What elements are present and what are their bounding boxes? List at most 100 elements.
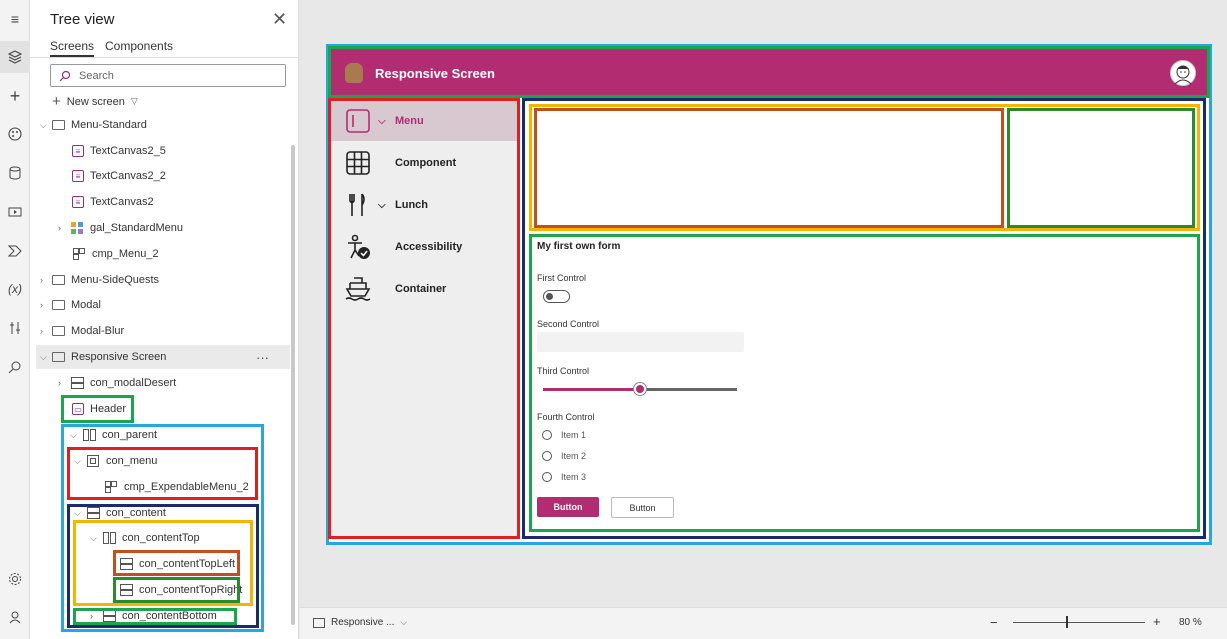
radio-option[interactable]: Item 2 bbox=[542, 451, 586, 461]
menu-item-container[interactable]: Container bbox=[331, 269, 517, 309]
cutlery-icon bbox=[345, 192, 371, 218]
chevron-down-icon[interactable]: ⌵ bbox=[74, 508, 86, 519]
divider bbox=[30, 57, 299, 58]
search-placeholder: Search bbox=[79, 69, 114, 82]
app-header[interactable]: Responsive Screen bbox=[328, 46, 1210, 98]
screen-icon bbox=[52, 326, 65, 336]
radio-circle[interactable] bbox=[542, 472, 552, 482]
tree-node-con-parent[interactable]: ⌵ con_parent bbox=[70, 423, 157, 447]
data-icon[interactable] bbox=[5, 163, 25, 183]
hamburger-menu-icon[interactable]: ≡ bbox=[5, 9, 25, 29]
search-input[interactable]: Search bbox=[50, 64, 286, 87]
tree-node-con-contenttopleft[interactable]: con_contentTopLeft bbox=[119, 552, 235, 576]
tree-node-con-content[interactable]: ⌵ con_content bbox=[74, 501, 166, 525]
tree-node-textcanvas2-5[interactable]: ≡ TextCanvas2_5 bbox=[72, 139, 166, 163]
tree-node-header[interactable]: ▭ Header bbox=[72, 397, 126, 421]
menu-item-label: Accessibility bbox=[395, 241, 463, 253]
tree-node-con-menu[interactable]: ⌵ con_menu bbox=[74, 449, 157, 473]
tree-node-modal-blur[interactable]: › Modal-Blur bbox=[40, 319, 124, 343]
zoom-slider[interactable] bbox=[1013, 622, 1145, 623]
search-icon[interactable] bbox=[5, 357, 25, 377]
node-label: con_parent bbox=[102, 429, 158, 441]
tree-node-textcanvas2[interactable]: ≡ TextCanvas2 bbox=[72, 190, 154, 214]
screen-selector[interactable]: Responsive ... ⌵ bbox=[313, 617, 407, 628]
variables-icon[interactable]: (x) bbox=[5, 279, 25, 299]
settings-gear-icon[interactable] bbox=[5, 569, 25, 589]
chevron-right-icon[interactable]: › bbox=[58, 223, 70, 233]
tree-node-con-modaldesert[interactable]: › con_modalDesert bbox=[58, 371, 176, 395]
virtual-agent-icon[interactable] bbox=[5, 607, 25, 627]
zoom-in-button[interactable]: + bbox=[1153, 614, 1161, 629]
theme-palette-icon[interactable] bbox=[5, 124, 25, 144]
secondary-button[interactable]: Button bbox=[611, 497, 674, 518]
radio-label: Item 2 bbox=[561, 451, 587, 461]
chevron-right-icon[interactable]: › bbox=[40, 275, 52, 285]
menu-item-label: Menu bbox=[395, 115, 424, 127]
radio-circle[interactable] bbox=[542, 430, 552, 440]
component-icon bbox=[72, 248, 86, 260]
new-screen-button[interactable]: + New screen ▽ bbox=[52, 93, 138, 110]
radio-option[interactable]: Item 3 bbox=[542, 472, 586, 482]
tree-node-modal[interactable]: › Modal bbox=[40, 293, 101, 317]
chevron-down-icon[interactable]: ⌵ bbox=[70, 430, 82, 441]
slider-thumb[interactable] bbox=[634, 383, 646, 395]
chevron-right-icon[interactable]: › bbox=[90, 611, 102, 621]
chevron-down-icon[interactable]: ⌵ bbox=[74, 456, 86, 467]
grid-icon bbox=[345, 150, 371, 176]
tools-icon[interactable] bbox=[5, 318, 25, 338]
chevron-down-icon[interactable]: ⌵ bbox=[90, 533, 102, 544]
node-label: con_contentTopLeft bbox=[139, 558, 236, 570]
tree-node-con-contenttop[interactable]: ⌵ con_contentTop bbox=[90, 526, 200, 550]
left-rail: ≡ + (x) bbox=[0, 0, 30, 639]
tree-node-cmp-menu-2[interactable]: cmp_Menu_2 bbox=[72, 242, 159, 266]
chevron-right-icon[interactable]: › bbox=[40, 326, 52, 336]
tree-node-gal-standardmenu[interactable]: › gal_StandardMenu bbox=[58, 216, 183, 240]
text-input[interactable] bbox=[537, 332, 744, 352]
close-icon[interactable]: ✕ bbox=[272, 9, 287, 30]
node-label: con_contentTopRight bbox=[139, 584, 243, 596]
screen-icon bbox=[313, 617, 325, 628]
tab-screens[interactable]: Screens bbox=[50, 39, 95, 57]
node-label: con_contentBottom bbox=[122, 610, 217, 622]
con-content-top-left bbox=[534, 108, 1004, 228]
insert-icon[interactable]: + bbox=[5, 86, 25, 106]
avatar[interactable] bbox=[1170, 60, 1196, 86]
media-icon[interactable] bbox=[5, 202, 25, 222]
tree-node-textcanvas2-2[interactable]: ≡ TextCanvas2_2 bbox=[72, 164, 166, 188]
tree-node-con-contenttopright[interactable]: con_contentTopRight bbox=[119, 578, 242, 602]
chevron-right-icon[interactable]: › bbox=[58, 378, 70, 388]
tab-components[interactable]: Components bbox=[105, 39, 173, 53]
tree-node-menu-sidequests[interactable]: › Menu-SideQuests bbox=[40, 268, 159, 292]
radio-option[interactable]: Item 1 bbox=[542, 430, 586, 440]
toggle-switch[interactable] bbox=[543, 290, 570, 303]
tree-scrollbar[interactable] bbox=[291, 145, 295, 625]
tree-node-cmp-expendablemenu-2[interactable]: cmp_ExpendableMenu_2 bbox=[104, 475, 249, 499]
power-automate-icon[interactable] bbox=[5, 241, 25, 261]
menu-item-label: Lunch bbox=[395, 199, 428, 211]
tree-node-con-contentbottom[interactable]: › con_contentBottom bbox=[90, 604, 217, 628]
more-options-icon[interactable]: ··· bbox=[256, 350, 269, 365]
menu-item-component[interactable]: Component bbox=[331, 143, 517, 183]
slider-fill bbox=[543, 388, 640, 391]
radio-label: Item 3 bbox=[561, 472, 587, 482]
tree-view-icon[interactable] bbox=[0, 41, 30, 73]
zoom-out-button[interactable]: − bbox=[990, 615, 998, 630]
header-title: Responsive Screen bbox=[375, 66, 495, 81]
chevron-down-icon[interactable]: ⌵ bbox=[40, 352, 52, 363]
radio-circle[interactable] bbox=[542, 451, 552, 461]
menu-item-label: Container bbox=[395, 283, 447, 295]
primary-button[interactable]: Button bbox=[537, 497, 599, 517]
tree-node-responsive-screen[interactable]: ⌵ Responsive Screen ··· bbox=[36, 345, 290, 369]
screen-icon bbox=[52, 120, 65, 130]
screen-icon bbox=[52, 352, 65, 362]
menu-item-lunch[interactable]: ⌵ Lunch bbox=[331, 185, 517, 225]
chevron-down-icon[interactable]: ⌵ bbox=[40, 120, 52, 131]
menu-item-accessibility[interactable]: Accessibility bbox=[331, 227, 517, 267]
header-control-icon: ▭ bbox=[72, 403, 84, 415]
menu-item-menu[interactable]: ⌵ Menu bbox=[331, 101, 517, 141]
ship-icon bbox=[345, 276, 371, 302]
chevron-right-icon[interactable]: › bbox=[40, 300, 52, 310]
slider[interactable] bbox=[543, 383, 737, 395]
zoom-slider-thumb[interactable] bbox=[1066, 616, 1068, 628]
tree-node-menu-standard[interactable]: ⌵ Menu-Standard bbox=[40, 113, 147, 137]
